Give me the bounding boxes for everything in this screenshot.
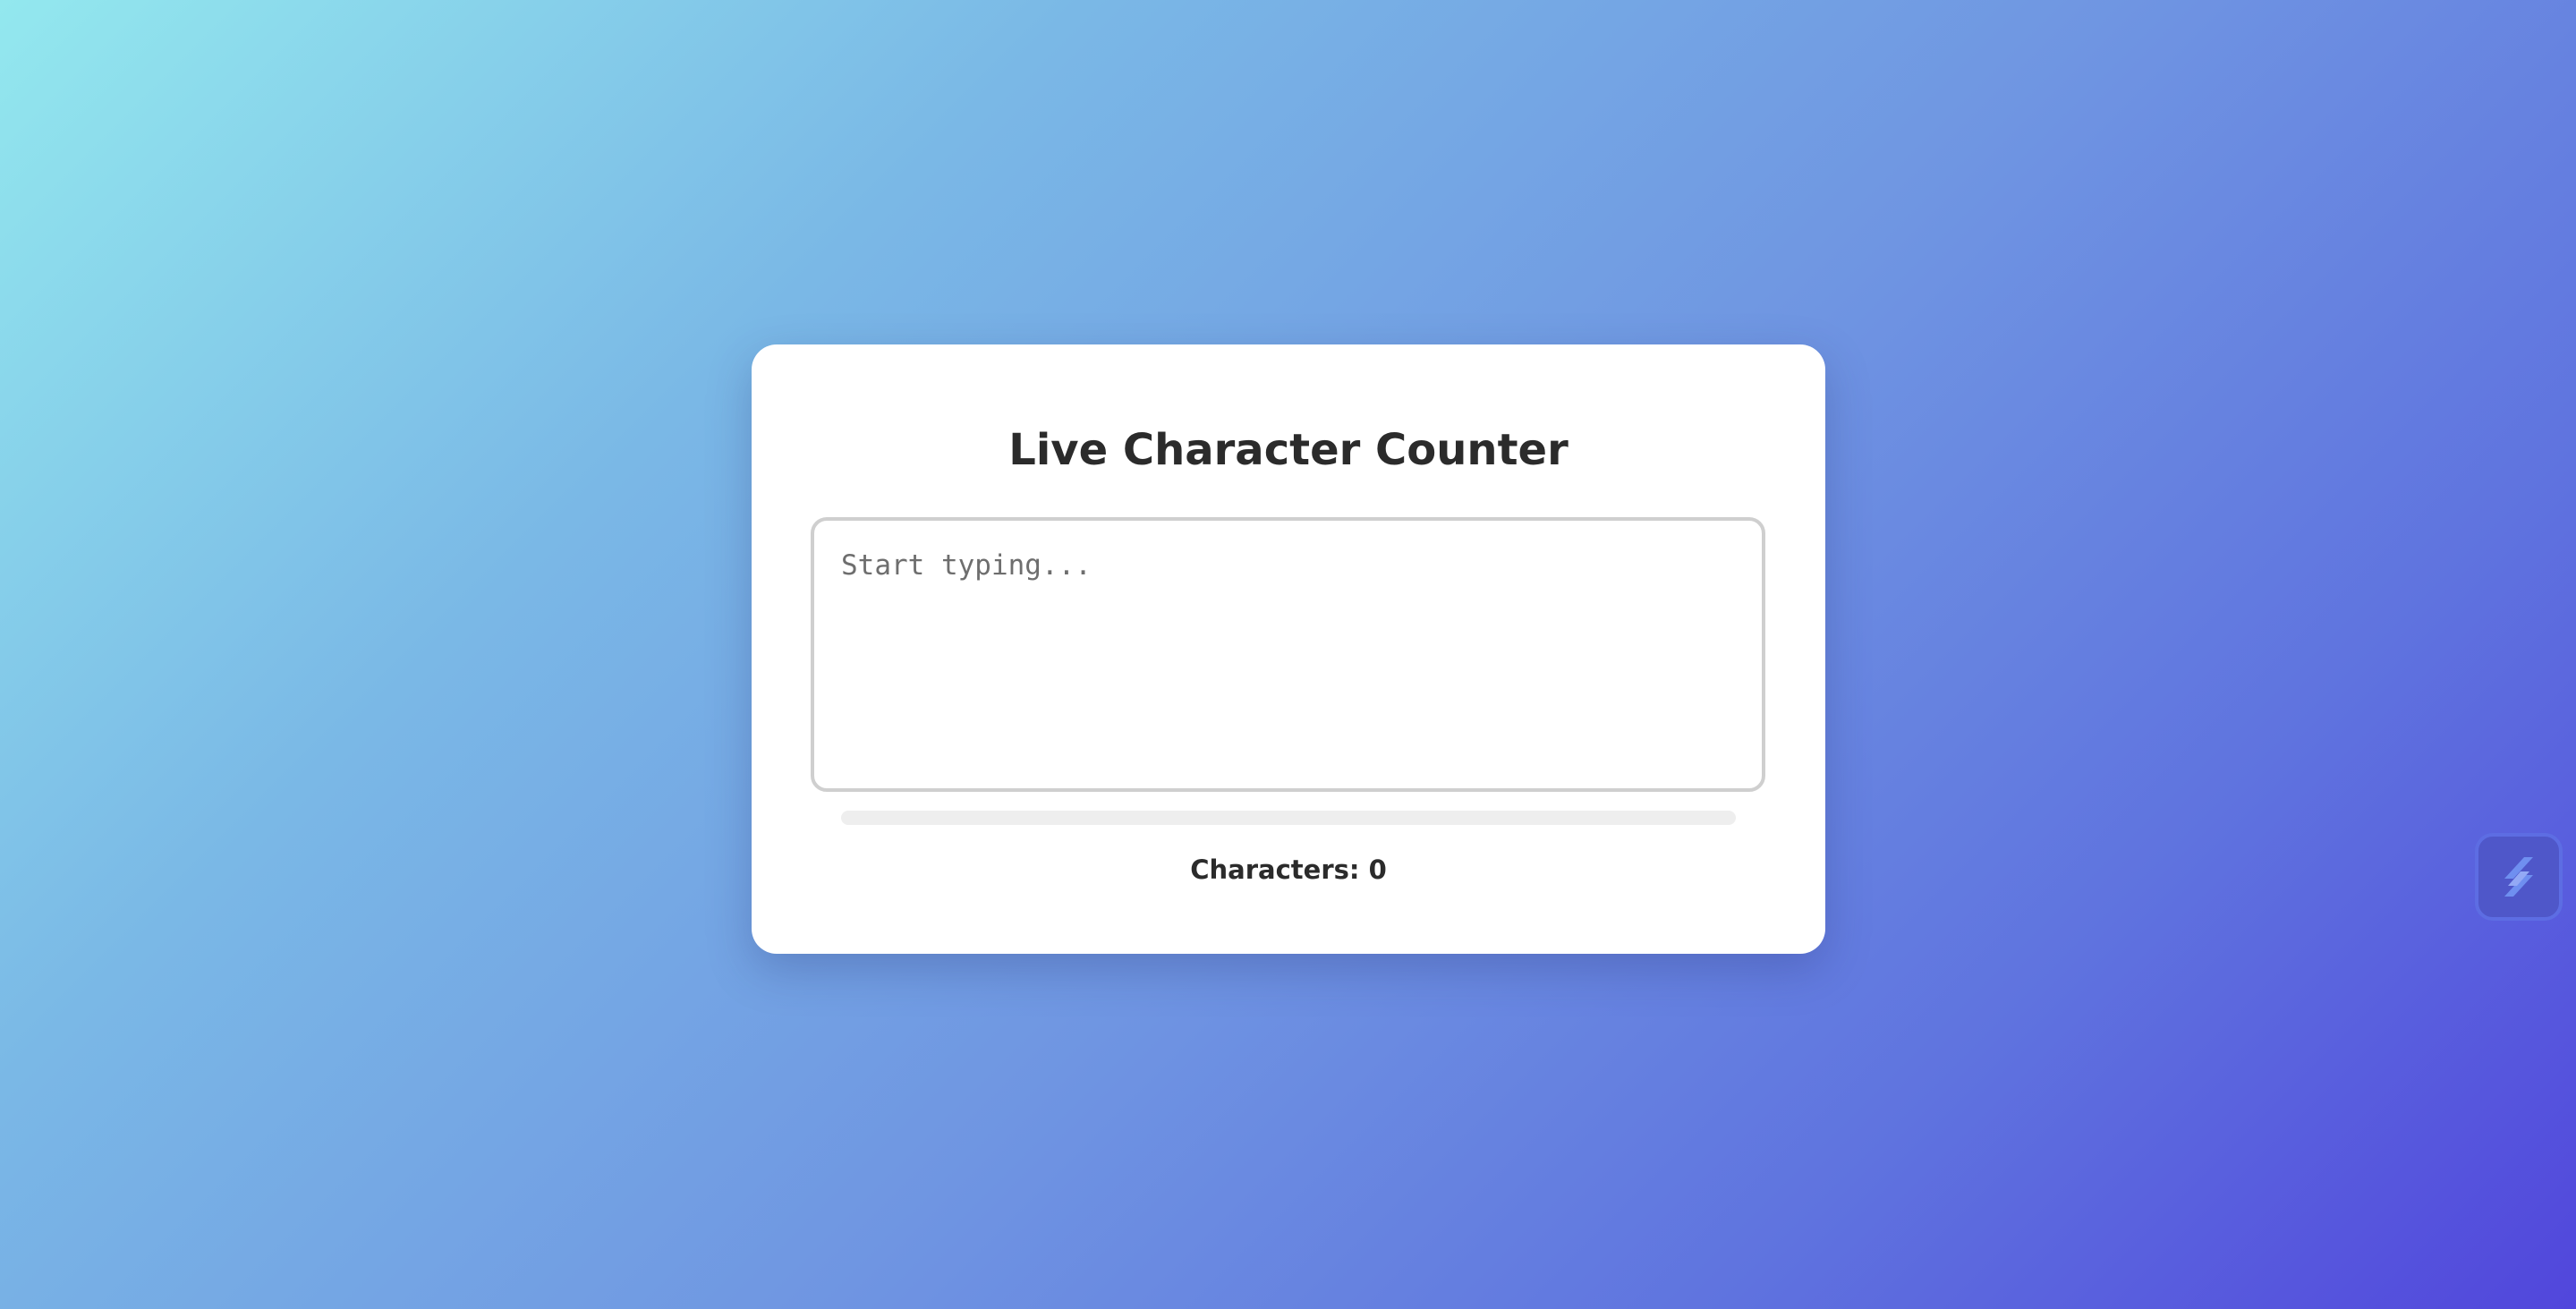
page-title: Live Character Counter	[1008, 425, 1569, 475]
progress-bar	[841, 811, 1736, 825]
extension-logo-icon	[2504, 857, 2533, 897]
extension-button[interactable]	[2475, 833, 2563, 921]
text-input[interactable]	[811, 517, 1765, 792]
character-count: Characters: 0	[1190, 854, 1387, 885]
counter-card: Live Character Counter Characters: 0	[752, 344, 1825, 954]
